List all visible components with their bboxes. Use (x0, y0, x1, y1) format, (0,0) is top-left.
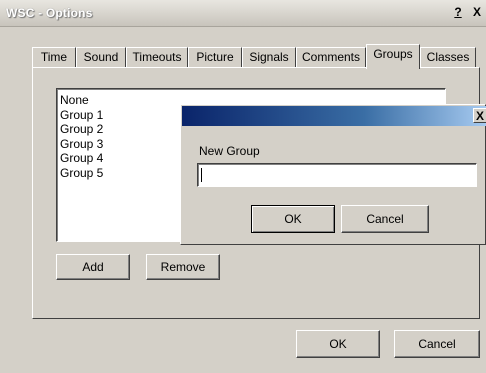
tab-label: Signals (249, 50, 289, 64)
window-title: WSC - Options (6, 6, 93, 20)
dialog-ok-label: OK (284, 212, 302, 226)
add-group-button[interactable]: Add (56, 254, 130, 280)
tab-label: Picture (196, 50, 234, 64)
remove-group-button[interactable]: Remove (146, 254, 220, 280)
tab-signals[interactable]: Signals (242, 47, 296, 68)
tab-label: Sound (83, 50, 119, 64)
tab-timeouts[interactable]: Timeouts (126, 47, 188, 68)
tab-label: Comments (301, 50, 360, 64)
tab-time[interactable]: Time (32, 47, 76, 68)
cancel-label: Cancel (418, 337, 456, 351)
cancel-button[interactable]: Cancel (394, 330, 480, 358)
tab-label: Time (40, 50, 68, 64)
dialog-cancel-button[interactable]: Cancel (341, 205, 429, 233)
close-button[interactable]: X (469, 4, 485, 20)
tab-groups[interactable]: Groups (366, 44, 420, 69)
tab-label: Groups (373, 47, 413, 61)
tab-label: Classes (426, 50, 470, 64)
dialog-cancel-label: Cancel (366, 212, 404, 226)
tab-classes[interactable]: Classes (420, 47, 476, 68)
dialog-title-bar[interactable]: X (182, 106, 486, 126)
add-label: Add (82, 260, 104, 274)
help-button[interactable]: ? (450, 4, 466, 20)
ok-label: OK (329, 337, 347, 351)
new-group-label: New Group (199, 144, 260, 158)
dialog-ok-button[interactable]: OK (251, 205, 335, 233)
new-group-dialog: X New Group OK Cancel (180, 104, 486, 245)
dialog-close-button[interactable]: X (473, 108, 486, 123)
tab-sound[interactable]: Sound (76, 47, 126, 68)
remove-label: Remove (160, 260, 206, 274)
new-group-input[interactable] (197, 163, 477, 187)
tab-label: Timeouts (132, 50, 182, 64)
ok-button[interactable]: OK (296, 330, 380, 358)
title-bar[interactable]: WSC - Options ? X (0, 0, 486, 27)
text-caret (201, 168, 202, 182)
options-window: WSC - Options ? X Time Sound Timeouts Pi… (0, 0, 486, 373)
tab-picture[interactable]: Picture (188, 47, 242, 68)
tab-comments[interactable]: Comments (296, 47, 366, 68)
